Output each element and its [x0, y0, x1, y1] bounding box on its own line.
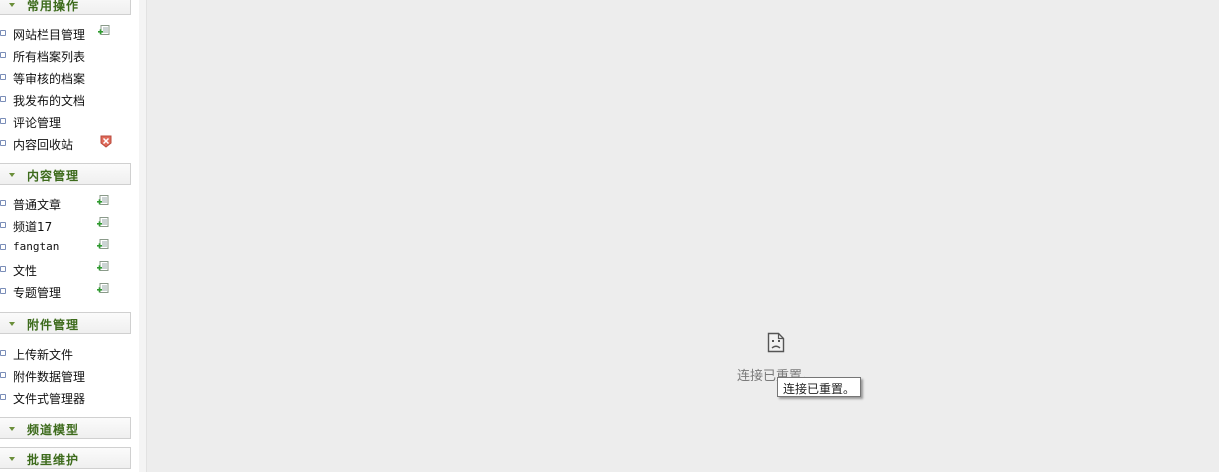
sidebar-item-label[interactable]: 普通文章 [13, 196, 61, 213]
section-header-batch-maintenance[interactable]: 批里维护 [0, 447, 131, 469]
sidebar-item-label[interactable]: fangtan [13, 240, 59, 253]
chevron-down-icon [9, 173, 15, 177]
sidebar-item-label[interactable]: 网站栏目管理 [13, 26, 85, 43]
section-title: 频道模型 [27, 423, 80, 437]
sidebar-item-label[interactable]: 文性 [13, 262, 37, 279]
add-doc-icon[interactable] [97, 217, 109, 229]
chevron-down-icon [9, 427, 15, 431]
bullet-icon [0, 372, 6, 378]
bullet-icon [0, 244, 6, 250]
section-header-content-management[interactable]: 内容管理 [0, 163, 131, 185]
sidebar-item-label[interactable]: 专题管理 [13, 284, 61, 301]
sidebar-item-wenxing[interactable]: 文性 [0, 259, 131, 279]
bullet-icon [0, 96, 6, 102]
sidebar-item-fangtan[interactable]: fangtan [0, 237, 131, 257]
tooltip: 连接已重置。 [777, 377, 861, 397]
recycle-delete-icon[interactable] [100, 135, 112, 148]
sidebar-item-label[interactable]: 评论管理 [13, 114, 61, 131]
sidebar-item-label[interactable]: 所有档案列表 [13, 48, 85, 65]
sidebar-item-topics[interactable]: 专题管理 [0, 281, 131, 301]
chevron-down-icon [9, 322, 15, 326]
bullet-icon [0, 118, 6, 124]
chevron-down-icon [9, 457, 15, 461]
bullet-icon [0, 200, 6, 206]
sidebar-item-file-manager[interactable]: 文件式管理器 [0, 387, 131, 407]
bullet-icon [0, 140, 6, 146]
add-doc-icon[interactable] [97, 195, 109, 207]
bullet-icon [0, 266, 6, 272]
bullet-icon [0, 30, 6, 36]
sidebar-item-label[interactable]: 上传新文件 [13, 346, 73, 363]
sidebar-item-label[interactable]: 附件数据管理 [13, 368, 85, 385]
sidebar-item-label[interactable]: 内容回收站 [13, 136, 73, 153]
bullet-icon [0, 222, 6, 228]
sidebar-item-recycle-bin[interactable]: 内容回收站 [0, 133, 131, 153]
sidebar: 常用操作 网站栏目管理 所有档案列表 等审核的档案 我发布的文档 评论管理 内容… [0, 0, 140, 472]
section-title: 常用操作 [27, 0, 80, 13]
section-title: 内容管理 [27, 169, 80, 183]
sidebar-item-label[interactable]: 我发布的文档 [13, 92, 85, 109]
sidebar-item-upload-file[interactable]: 上传新文件 [0, 343, 131, 363]
sidebar-item-all-archives[interactable]: 所有档案列表 [0, 45, 131, 65]
chevron-down-icon [9, 3, 15, 7]
sidebar-item-normal-article[interactable]: 普通文章 [0, 193, 131, 213]
bullet-icon [0, 394, 6, 400]
sidebar-item-label[interactable]: 等审核的档案 [13, 70, 85, 87]
add-doc-icon[interactable] [97, 239, 109, 251]
sidebar-item-channel17[interactable]: 频道17 [0, 215, 131, 235]
sad-page-icon [767, 332, 785, 353]
add-doc-icon[interactable] [97, 283, 109, 295]
bullet-icon [0, 52, 6, 58]
bullet-icon [0, 74, 6, 80]
bullet-icon [0, 288, 6, 294]
section-title: 批里维护 [27, 453, 80, 467]
sidebar-item-comments[interactable]: 评论管理 [0, 111, 131, 131]
sidebar-item-pending-archives[interactable]: 等审核的档案 [0, 67, 131, 87]
sidebar-item-label[interactable]: 频道17 [13, 218, 52, 235]
sidebar-item-attachment-data[interactable]: 附件数据管理 [0, 365, 131, 385]
section-header-channel-model[interactable]: 频道模型 [0, 417, 131, 439]
section-header-common-ops[interactable]: 常用操作 [0, 0, 131, 15]
section-header-attachments[interactable]: 附件管理 [0, 312, 131, 334]
sidebar-item-label[interactable]: 文件式管理器 [13, 390, 85, 407]
add-doc-icon[interactable] [98, 25, 110, 37]
bullet-icon [0, 350, 6, 356]
sidebar-item-column-management[interactable]: 网站栏目管理 [0, 23, 131, 43]
sidebar-item-my-documents[interactable]: 我发布的文档 [0, 89, 131, 109]
section-title: 附件管理 [27, 318, 80, 332]
frame-divider[interactable] [139, 0, 147, 472]
add-doc-icon[interactable] [97, 261, 109, 273]
